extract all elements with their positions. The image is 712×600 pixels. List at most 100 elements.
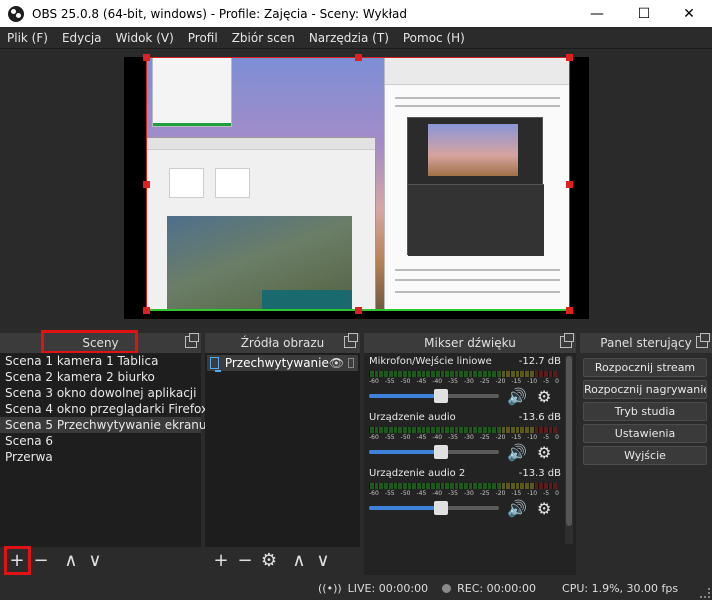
- speaker-icon[interactable]: 🔊: [507, 443, 527, 462]
- resize-handle[interactable]: [355, 54, 362, 61]
- minimize-button[interactable]: —: [574, 0, 620, 27]
- remove-scene-button[interactable]: −: [29, 549, 53, 573]
- lock-icon[interactable]: [348, 358, 354, 368]
- mixer-channel: Mikrofon/Wejście liniowe -12.7 dB -60 -55…: [367, 356, 563, 420]
- volume-knob[interactable]: [433, 445, 448, 459]
- meter-tick: [510, 427, 511, 433]
- meter-tick: [458, 371, 460, 377]
- gear-icon[interactable]: ⚙: [537, 387, 551, 406]
- resize-handle[interactable]: [143, 181, 150, 188]
- source-item[interactable]: Przechwytywanie 👁: [207, 355, 358, 372]
- resize-handle[interactable]: [566, 54, 573, 61]
- resize-handle[interactable]: [355, 307, 362, 314]
- meter-tick: [444, 483, 446, 489]
- preview-canvas[interactable]: [124, 54, 589, 319]
- volume-knob[interactable]: [433, 501, 448, 515]
- meter-scale: -60 -55 -50 -45 -40 -35 -30 -25 -20 -15 -10 -5 0: [369, 434, 559, 441]
- scrollbar-thumb[interactable]: [566, 356, 572, 526]
- meter-tick: [401, 371, 403, 377]
- gear-icon[interactable]: ⚙: [537, 443, 551, 462]
- speaker-icon[interactable]: 🔊: [507, 387, 527, 406]
- meter-tick: [472, 483, 474, 489]
- undock-icon[interactable]: [696, 333, 710, 348]
- undock-icon[interactable]: [560, 333, 574, 348]
- maximize-button[interactable]: ☐: [621, 0, 667, 27]
- volume-slider[interactable]: [369, 445, 499, 459]
- visibility-eye-icon[interactable]: 👁: [329, 356, 344, 370]
- scene-item[interactable]: Scena 1 kamera 1 Tablica: [0, 353, 201, 369]
- volume-slider[interactable]: [369, 389, 499, 403]
- resize-handle[interactable]: [566, 181, 573, 188]
- menu-edit[interactable]: Edycja: [55, 31, 109, 45]
- source-properties-button[interactable]: ⚙: [257, 549, 281, 573]
- speaker-icon[interactable]: 🔊: [507, 499, 527, 518]
- scene-item-active[interactable]: Scena 5 Przechwytywanie ekranu: [0, 417, 207, 433]
- scene-item[interactable]: Scena 2 kamera 2 biurko: [0, 369, 201, 385]
- meter-tick: [458, 427, 460, 433]
- resize-handle[interactable]: [566, 307, 573, 314]
- mixer-channel: Urządzenie audio -13.6 dB -60 -55 -50 -45 -4…: [367, 412, 563, 476]
- scene-item[interactable]: Przerwa: [0, 449, 201, 465]
- meter-tick: [542, 371, 544, 377]
- meter-tick: [542, 483, 544, 489]
- menu-tools[interactable]: Narzędzia (T): [302, 31, 396, 45]
- meter-tick: [378, 371, 380, 377]
- volume-slider[interactable]: [369, 501, 499, 515]
- meter-tick: [477, 483, 479, 489]
- meter-tick: [510, 371, 511, 377]
- window-title: OBS 25.0.8 (64-bit, windows) - Profile: …: [32, 6, 407, 21]
- meter-tick: [538, 483, 540, 489]
- menu-help[interactable]: Pomoc (H): [396, 31, 472, 45]
- resize-grip-icon[interactable]: [700, 588, 710, 598]
- meter-tick: [477, 371, 479, 377]
- scene-list: Scena 1 kamera 1 Tablica Scena 2 kamera …: [0, 353, 208, 547]
- scene-item[interactable]: Scena 4 okno przeglądarki Firefox: [0, 401, 208, 417]
- meter-tick: [434, 371, 436, 377]
- volume-knob[interactable]: [433, 389, 448, 403]
- menu-scene-collection[interactable]: Zbiór scen: [225, 31, 302, 45]
- meter-tick: [444, 427, 446, 433]
- highlight-add-scene: [4, 546, 31, 575]
- gear-icon[interactable]: ⚙: [537, 499, 551, 518]
- exit-button[interactable]: Wyjście: [583, 446, 707, 465]
- move-scene-down-button[interactable]: ∨: [83, 549, 107, 573]
- start-recording-button[interactable]: Rozpocznij nagrywanie: [583, 380, 707, 399]
- meter-tick: [444, 371, 446, 377]
- resize-handle[interactable]: [143, 307, 150, 314]
- studio-mode-button[interactable]: Tryb studia: [583, 402, 707, 421]
- sources-dock-title: Źródła obrazu: [205, 333, 360, 353]
- remove-source-button[interactable]: −: [233, 549, 257, 573]
- menu-view[interactable]: Widok (V): [109, 31, 181, 45]
- resize-handle[interactable]: [143, 54, 150, 61]
- start-stream-button[interactable]: Rozpocznij stream: [583, 358, 707, 377]
- add-source-button[interactable]: +: [209, 549, 233, 573]
- undock-icon[interactable]: [344, 333, 358, 348]
- meter-tick: [406, 371, 408, 377]
- menu-file[interactable]: Plik (F): [0, 31, 55, 45]
- meter-tick: [495, 371, 497, 377]
- menu-profile[interactable]: Profil: [181, 31, 225, 45]
- close-button[interactable]: ✕: [666, 0, 712, 27]
- meter-tick: [411, 371, 413, 377]
- meter-tick: [420, 371, 422, 377]
- meter-tick: [547, 427, 549, 433]
- move-source-up-button[interactable]: ∧: [287, 549, 311, 573]
- move-source-down-button[interactable]: ∨: [311, 549, 335, 573]
- move-scene-up-button[interactable]: ∧: [59, 549, 83, 573]
- meter-tick: [430, 371, 432, 377]
- undock-icon[interactable]: [185, 333, 199, 348]
- meter-tick: [463, 483, 464, 489]
- meter-tick: [420, 483, 422, 489]
- meter-tick: [369, 483, 370, 489]
- source-selection-box[interactable]: [143, 54, 573, 314]
- mixer-scrollbar[interactable]: [565, 356, 573, 544]
- settings-button[interactable]: Ustawienia: [583, 424, 707, 443]
- scene-item[interactable]: Scena 3 okno dowolnej aplikacji: [0, 385, 201, 401]
- meter-tick: [448, 371, 450, 377]
- meter-tick: [547, 483, 549, 489]
- meter-tick: [397, 371, 399, 377]
- scene-item[interactable]: Scena 6: [0, 433, 201, 449]
- meter-tick: [401, 483, 403, 489]
- meter-tick: [411, 483, 413, 489]
- meter-tick: [495, 427, 497, 433]
